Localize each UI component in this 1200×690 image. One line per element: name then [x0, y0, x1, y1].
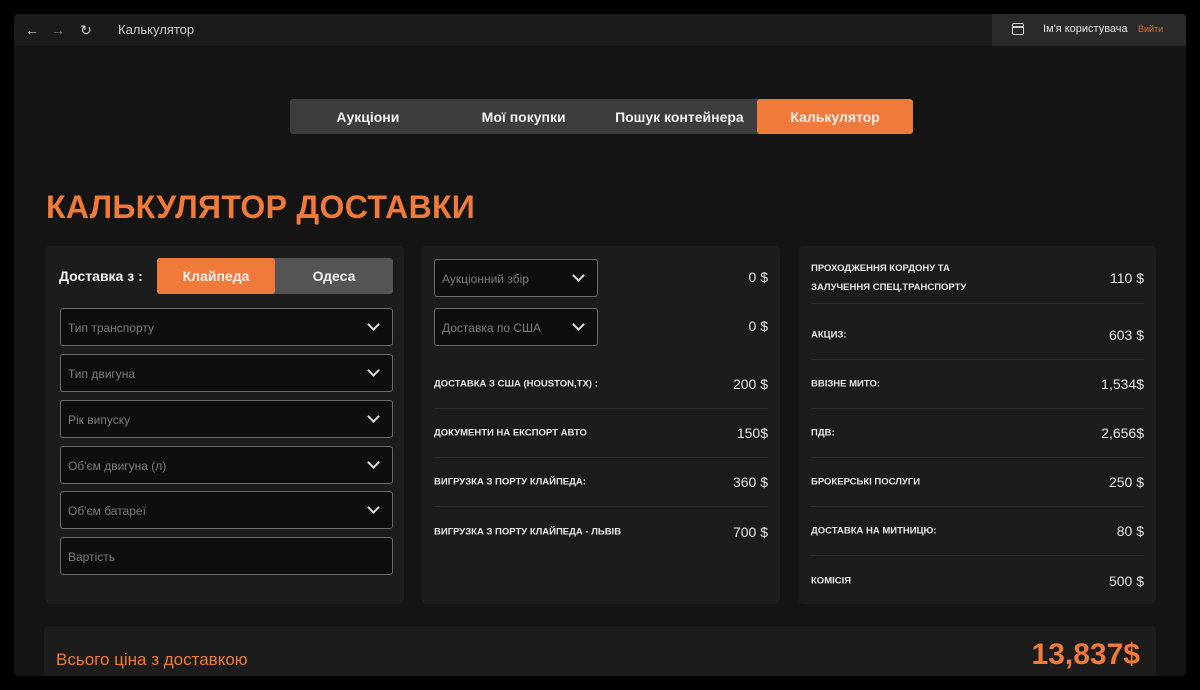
cost-row: ПДВ: 2,656$: [811, 409, 1144, 458]
engine-type-placeholder: Тип двигуна: [68, 367, 136, 381]
cost-row: КОМІСІЯ 500 $: [811, 556, 1144, 605]
reload-icon[interactable]: ↻: [76, 20, 96, 40]
battery-volume-placeholder: Об'єм батареї: [68, 504, 146, 518]
cost-row: ВИГРУЗКА З ПОРТУ КЛАЙПЕДА: 360 $: [434, 458, 768, 507]
cost-value: 150$: [736, 425, 768, 441]
auction-fee-select[interactable]: Аукціонний збір: [434, 259, 598, 297]
cost-label: ВВІЗНЕ МИТО:: [811, 378, 881, 390]
customs-costs-panel: ПРОХОДЖЕННЯ КОРДОНУ ТА ЗАЛУЧЕННЯ СПЕЦ.ТР…: [799, 246, 1156, 604]
from-option-klaipeda[interactable]: Клайпеда: [157, 258, 275, 294]
calendar-icon[interactable]: [1012, 23, 1024, 35]
chevron-down-icon: [367, 456, 380, 469]
cost-label: АКЦИЗ:: [811, 329, 847, 341]
cost-label-line: ПРОХОДЖЕННЯ КОРДОНУ ТА: [811, 263, 950, 274]
total-label: Всього ціна з доставкою: [56, 650, 248, 669]
us-delivery-select[interactable]: Доставка по США: [434, 308, 598, 346]
chevron-down-icon: [367, 410, 380, 423]
page-name: Калькулятор: [118, 22, 195, 37]
auction-fee-value: 0 $: [748, 269, 768, 285]
tab-auctions[interactable]: Аукціони: [290, 99, 446, 134]
delivery-from-label: Доставка з :: [59, 268, 143, 284]
cost-value: 80 $: [1116, 523, 1144, 539]
cost-row: ПРОХОДЖЕННЯ КОРДОНУ ТА ЗАЛУЧЕННЯ СПЕЦ.ТР…: [811, 253, 1144, 304]
engine-type-select[interactable]: Тип двигуна: [60, 354, 393, 392]
cost-label: ВИГРУЗКА З ПОРТУ КЛАЙПЕДА - ЛЬВІВ: [434, 526, 622, 537]
us-delivery-placeholder: Доставка по США: [442, 321, 542, 335]
year-placeholder: Рік випуску: [68, 413, 131, 427]
cost-row: БРОКЕРСЬКІ ПОСЛУГИ 250 $: [811, 458, 1144, 507]
page-title: КАЛЬКУЛЯТОР ДОСТАВКИ: [46, 189, 476, 225]
tab-container-search[interactable]: Пошук контейнера: [602, 99, 758, 134]
cost-value: 250 $: [1108, 474, 1144, 490]
transport-type-placeholder: Тип транспорту: [68, 321, 155, 335]
main-tabs: Аукціони Мої покупки Пошук контейнера Ка…: [290, 99, 913, 134]
cost-row: АКЦИЗ: 603 $: [811, 311, 1144, 360]
cost-label-line: ЗАЛУЧЕННЯ СПЕЦ.ТРАНСПОРТУ: [811, 282, 967, 293]
price-input[interactable]: Вартість: [60, 537, 393, 575]
chevron-down-icon: [572, 269, 585, 282]
us-costs-panel: Аукціонний збір 0 $ Доставка по США 0 $ …: [422, 246, 780, 604]
user-area: Ім'я користувача Вийти: [992, 14, 1186, 46]
forward-arrow-icon[interactable]: →: [48, 20, 68, 40]
cost-label: ВИГРУЗКА З ПОРТУ КЛАЙПЕДА:: [434, 476, 586, 488]
cost-label: ПРОХОДЖЕННЯ КОРДОНУ ТА ЗАЛУЧЕННЯ СПЕЦ.ТР…: [811, 259, 966, 297]
cost-value: 110 $: [1110, 270, 1144, 286]
delivery-from-toggle: Клайпеда Одеса: [157, 258, 393, 294]
cost-row: ДОКУМЕНТИ НА ЕКСПОРТ АВТО 150$: [434, 409, 768, 458]
total-value: 13,837$: [1031, 638, 1140, 671]
transport-type-select[interactable]: Тип транспорту: [60, 308, 393, 346]
cost-label: БРОКЕРСЬКІ ПОСЛУГИ: [811, 476, 921, 488]
engine-volume-placeholder: Об'єм двигуна (л): [68, 459, 167, 473]
chevron-down-icon: [367, 501, 380, 514]
cost-row: ДОСТАВКА НА МИТНИЦЮ: 80 $: [811, 507, 1144, 556]
cost-row: ВВІЗНЕ МИТО: 1,534$: [811, 360, 1144, 409]
chevron-down-icon: [367, 364, 380, 377]
cost-label: ДОКУМЕНТИ НА ЕКСПОРТ АВТО: [434, 427, 587, 439]
cost-value: 1,534$: [1101, 376, 1144, 392]
cost-row: ВИГРУЗКА З ПОРТУ КЛАЙПЕДА - ЛЬВІВ 700 $: [434, 507, 768, 556]
cost-row: ДОСТАВКА З США (HOUSTON,TX) : 200 $: [434, 360, 768, 409]
cost-value: 603 $: [1108, 327, 1144, 343]
cost-value: 200 $: [732, 376, 768, 392]
cost-label: ДОСТАВКА НА МИТНИЦЮ:: [811, 525, 937, 537]
cost-value: 360 $: [732, 474, 768, 490]
engine-volume-select[interactable]: Об'єм двигуна (л): [60, 446, 393, 484]
tab-calculator[interactable]: Калькулятор: [757, 99, 913, 134]
cost-value: 700 $: [732, 523, 768, 540]
from-option-odesa[interactable]: Одеса: [275, 258, 393, 294]
top-bar: ← → ↻ Калькулятор Ім'я користувача Вийти: [14, 14, 1186, 46]
cost-value: 2,656$: [1101, 425, 1144, 441]
chevron-down-icon: [367, 318, 380, 331]
tab-my-purchases[interactable]: Мої покупки: [446, 99, 602, 134]
cost-value: 500 $: [1108, 572, 1144, 589]
user-name: Ім'я користувача: [1043, 23, 1128, 35]
total-bar: Всього ціна з доставкою 13,837$: [44, 626, 1156, 676]
battery-volume-select[interactable]: Об'єм батареї: [60, 491, 393, 529]
cost-label: КОМІСІЯ: [811, 575, 852, 586]
us-delivery-value: 0 $: [748, 318, 768, 334]
back-arrow-icon[interactable]: ←: [22, 20, 42, 40]
cost-label: ПДВ:: [811, 427, 835, 439]
price-placeholder: Вартість: [68, 550, 115, 564]
app-window: ← → ↻ Калькулятор Ім'я користувача Вийти…: [14, 14, 1186, 676]
cost-label: ДОСТАВКА З США (HOUSTON,TX) :: [434, 378, 598, 390]
logout-link[interactable]: Вийти: [1138, 24, 1163, 34]
year-select[interactable]: Рік випуску: [60, 400, 393, 438]
auction-fee-placeholder: Аукціонний збір: [442, 272, 529, 286]
chevron-down-icon: [572, 318, 585, 331]
input-panel: Доставка з : Клайпеда Одеса Тип транспор…: [46, 246, 404, 604]
